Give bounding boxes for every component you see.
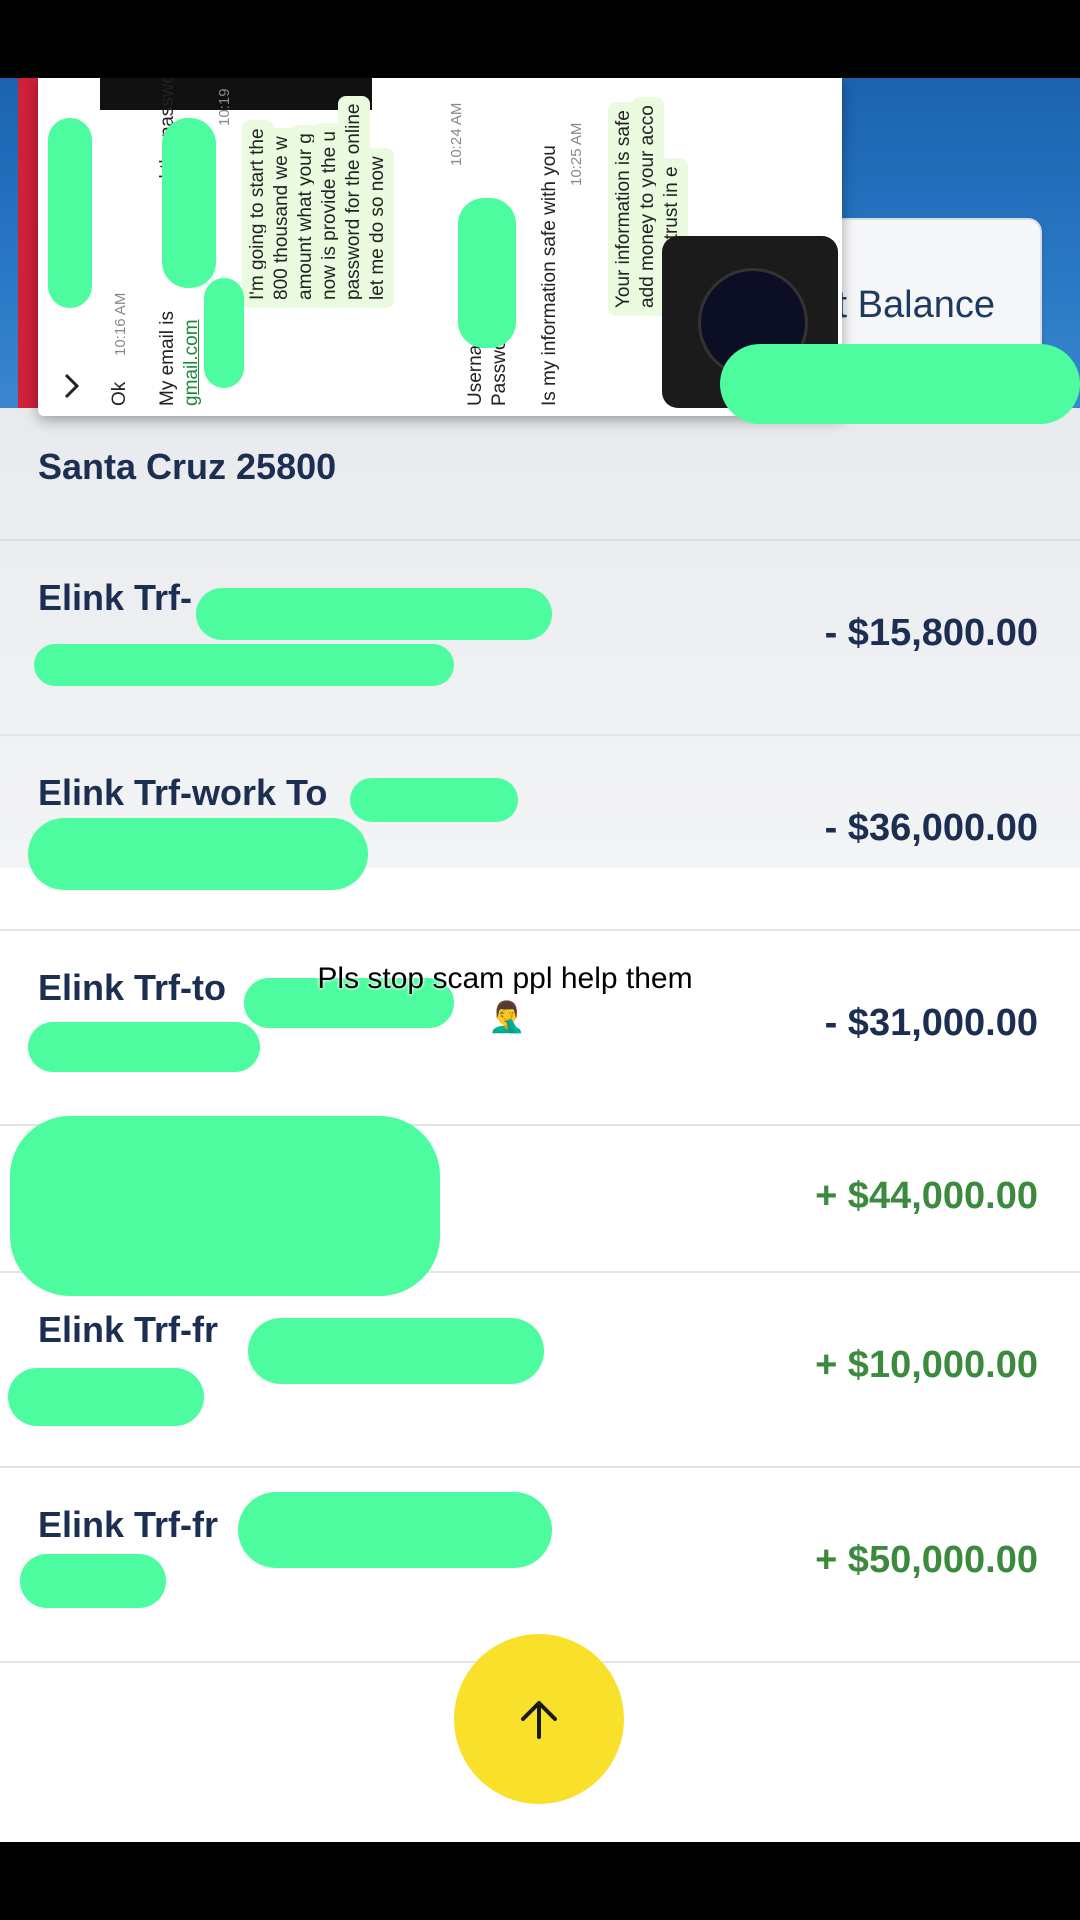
scroll-to-top-button[interactable]	[454, 1634, 624, 1804]
redaction-mark	[204, 278, 244, 388]
redaction-mark	[28, 1022, 260, 1072]
video-caption: Pls stop scam ppl help them	[317, 962, 693, 995]
transaction-amount: + $10,000.00	[815, 1344, 1038, 1386]
bottom-bar	[0, 1842, 1080, 1920]
transaction-row[interactable]: Elink Trf- - $15,800.00	[0, 541, 1080, 736]
chat-message-link[interactable]: gmail.com	[180, 319, 204, 406]
redaction-mark	[196, 588, 552, 640]
chat-time: 10:25 AM	[568, 122, 585, 186]
transaction-desc: Elink Trf-fr	[38, 1504, 219, 1545]
chat-time: 10:16 AM	[112, 292, 129, 356]
transaction-amount: - $15,800.00	[824, 612, 1038, 654]
chevron-down-icon[interactable]	[62, 372, 82, 400]
chat-message: My email is	[157, 310, 178, 406]
transaction-amount: - $36,000.00	[824, 807, 1038, 849]
transaction-amount: + $50,000.00	[815, 1539, 1038, 1581]
facepalm-emoji: 🤦‍♂️	[488, 1001, 526, 1034]
chat-message: Is my information safe with you	[539, 145, 560, 406]
transaction-desc: Elink Trf-	[38, 577, 193, 618]
redaction-mark	[458, 198, 516, 348]
redaction-mark	[248, 1318, 544, 1384]
redaction-mark	[20, 1554, 166, 1608]
balance-label: t Balance	[836, 284, 995, 326]
redaction-mark	[238, 1492, 552, 1568]
redaction-mark	[34, 644, 454, 686]
arrow-up-icon	[521, 1701, 557, 1739]
redaction-mark	[720, 344, 1080, 424]
redaction-mark	[162, 118, 216, 288]
bank-screen: t Balance Santa Cruz 25800 Elink Trf- - …	[0, 78, 1080, 1842]
redaction-mark	[8, 1368, 204, 1426]
redaction-mark	[10, 1116, 440, 1296]
transaction-amount: - $31,000.00	[824, 1002, 1038, 1044]
transaction-desc: Elink Trf-work To	[38, 772, 328, 813]
chat-time: 10:24 AM	[448, 102, 465, 166]
redaction-mark	[28, 818, 368, 890]
chat-message: Ok	[109, 381, 130, 406]
transaction-amount: + $44,000.00	[815, 1175, 1038, 1217]
chat-message: let me do so now	[362, 148, 394, 308]
first-row-desc: Santa Cruz 25800	[38, 446, 337, 487]
redaction-mark	[350, 778, 518, 822]
transaction-desc: Elink Trf-fr	[38, 1309, 219, 1350]
chat-time: 10:19	[216, 88, 233, 126]
redaction-mark	[48, 118, 92, 308]
